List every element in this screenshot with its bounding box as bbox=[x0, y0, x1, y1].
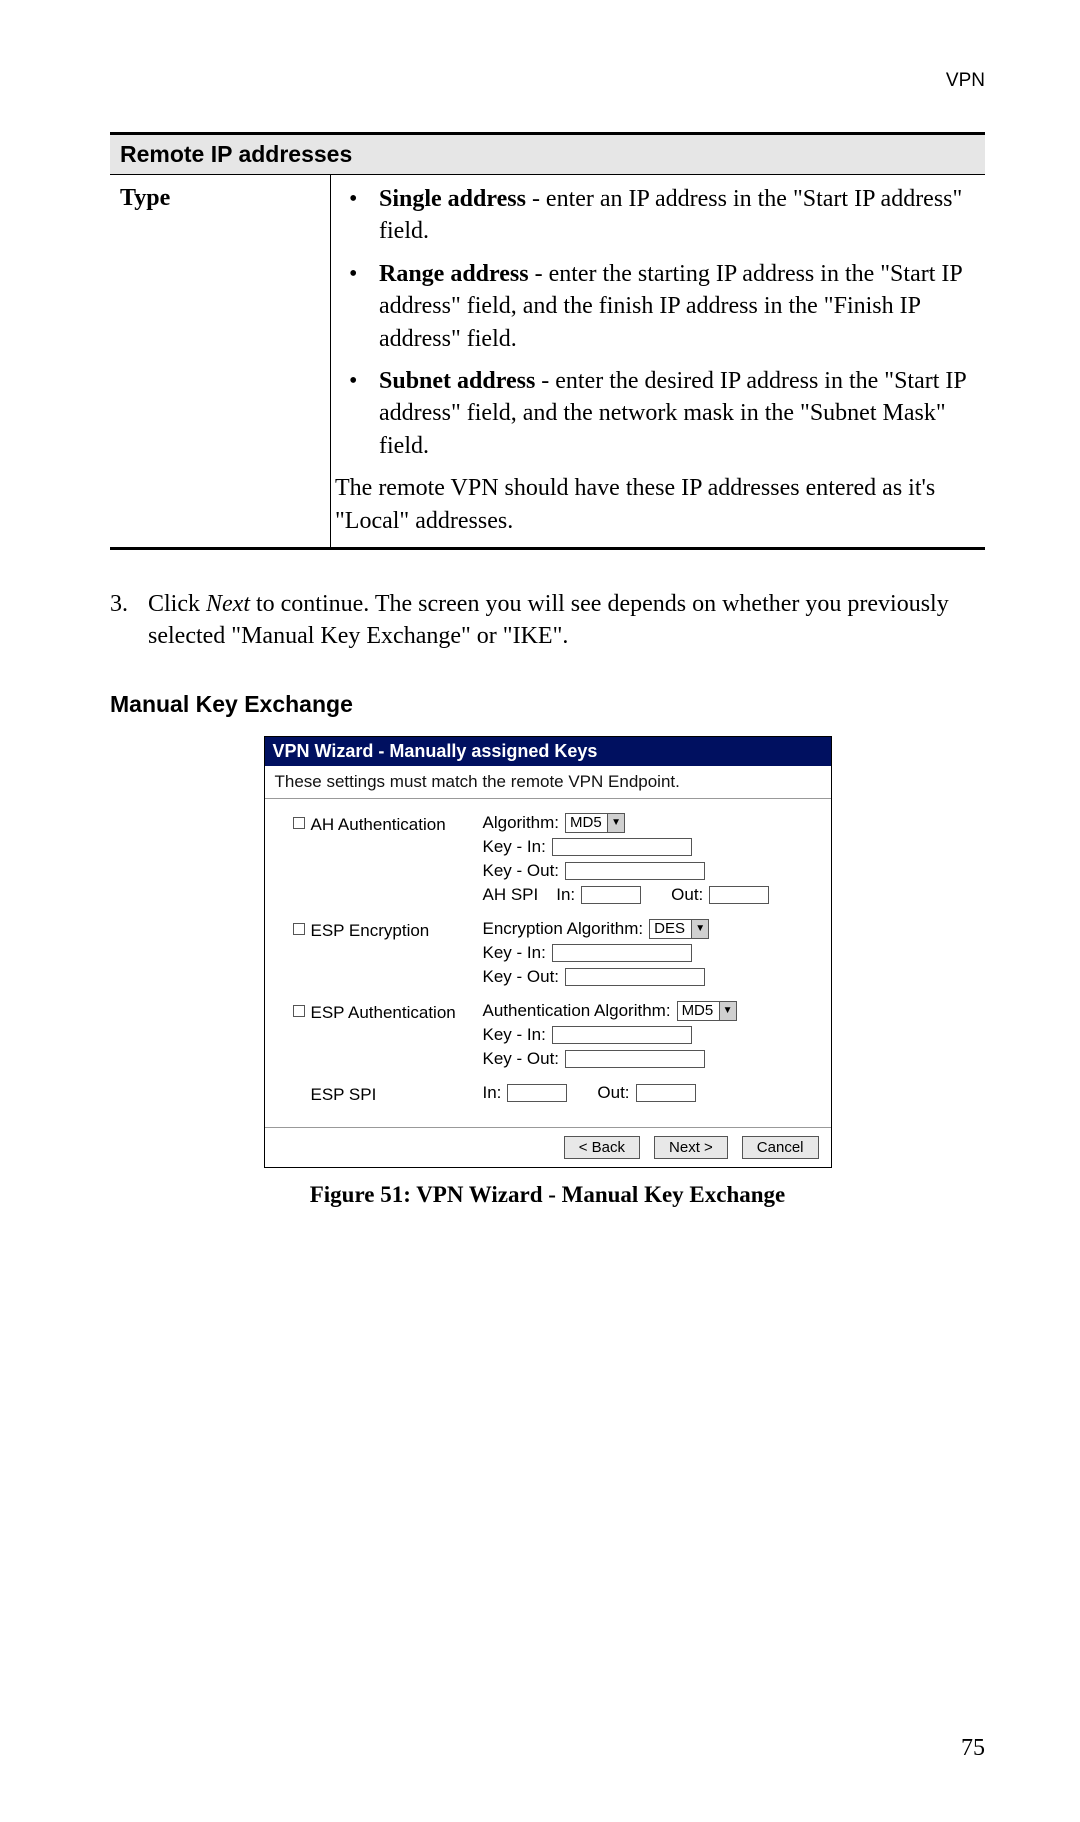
step-pre: Click bbox=[148, 591, 206, 617]
page-header-section: VPN bbox=[110, 70, 985, 92]
esp-encryption-checkbox[interactable] bbox=[293, 923, 305, 935]
table-row-content: Single address - enter an IP address in … bbox=[331, 175, 985, 547]
vpn-wizard-dialog: VPN Wizard - Manually assigned Keys Thes… bbox=[264, 736, 832, 1168]
remote-ip-table: Remote IP addresses Type Single address … bbox=[110, 132, 985, 550]
back-button[interactable]: < Back bbox=[564, 1136, 640, 1159]
esp-authentication-checkbox[interactable] bbox=[293, 1005, 305, 1017]
ah-spi-in-label: In: bbox=[556, 885, 575, 905]
step-italic: Next bbox=[206, 591, 250, 617]
esp-auth-algorithm-label: Authentication Algorithm: bbox=[483, 1001, 671, 1021]
dialog-title: VPN Wizard - Manually assigned Keys bbox=[265, 737, 831, 766]
table-header: Remote IP addresses bbox=[110, 135, 985, 175]
step-3: 3. Click Next to continue. The screen yo… bbox=[110, 588, 985, 653]
figure-caption: Figure 51: VPN Wizard - Manual Key Excha… bbox=[110, 1182, 985, 1208]
ah-spi-in-input[interactable] bbox=[581, 886, 641, 904]
esp-enc-key-in-label: Key - In: bbox=[483, 943, 546, 963]
esp-spi-row: ESP SPI In: Out: bbox=[293, 1083, 817, 1107]
bullet-item: Single address - enter an IP address in … bbox=[331, 183, 975, 248]
ah-spi-out-input[interactable] bbox=[709, 886, 769, 904]
cancel-button[interactable]: Cancel bbox=[742, 1136, 819, 1159]
ah-authentication-label: AH Authentication bbox=[311, 815, 446, 835]
next-button[interactable]: Next > bbox=[654, 1136, 728, 1159]
ah-authentication-row: AH Authentication Algorithm: MD5 ▼ Key -… bbox=[293, 813, 817, 909]
bullet-item: Subnet address - enter the desired IP ad… bbox=[331, 365, 975, 462]
esp-enc-key-out-label: Key - Out: bbox=[483, 967, 560, 987]
ah-algorithm-label: Algorithm: bbox=[483, 813, 560, 833]
table-row-label: Type bbox=[110, 175, 331, 547]
esp-spi-out-input[interactable] bbox=[636, 1084, 696, 1102]
esp-spi-label: ESP SPI bbox=[311, 1085, 377, 1105]
ah-key-in-input[interactable] bbox=[552, 838, 692, 856]
table-row: Type Single address - enter an IP addres… bbox=[110, 175, 985, 550]
ah-authentication-checkbox[interactable] bbox=[293, 817, 305, 829]
ah-key-in-label: Key - In: bbox=[483, 837, 546, 857]
ah-algorithm-value: MD5 bbox=[570, 814, 602, 831]
step-post: to continue. The screen you will see dep… bbox=[148, 591, 949, 649]
ah-algorithm-select[interactable]: MD5 ▼ bbox=[565, 813, 625, 833]
ah-spi-out-label: Out: bbox=[671, 885, 703, 905]
chevron-down-icon: ▼ bbox=[691, 920, 708, 938]
table-note: The remote VPN should have these IP addr… bbox=[331, 472, 975, 537]
esp-auth-key-out-label: Key - Out: bbox=[483, 1049, 560, 1069]
esp-enc-key-in-input[interactable] bbox=[552, 944, 692, 962]
esp-authentication-row: ESP Authentication Authentication Algori… bbox=[293, 1001, 817, 1073]
dialog-button-bar: < Back Next > Cancel bbox=[265, 1127, 831, 1167]
bullet-item: Range address - enter the starting IP ad… bbox=[331, 258, 975, 355]
esp-spi-in-input[interactable] bbox=[507, 1084, 567, 1102]
esp-auth-algorithm-select[interactable]: MD5 ▼ bbox=[677, 1001, 737, 1021]
esp-spi-in-label: In: bbox=[483, 1083, 502, 1103]
esp-auth-key-in-input[interactable] bbox=[552, 1026, 692, 1044]
page-number: 75 bbox=[961, 1735, 985, 1762]
section-heading-manual-key-exchange: Manual Key Exchange bbox=[110, 691, 985, 718]
ah-spi-label: AH SPI bbox=[483, 885, 539, 905]
bullet-term: Range address bbox=[379, 261, 529, 287]
esp-auth-key-out-input[interactable] bbox=[565, 1050, 705, 1068]
esp-authentication-label: ESP Authentication bbox=[311, 1003, 456, 1023]
step-text: Click Next to continue. The screen you w… bbox=[148, 588, 985, 653]
chevron-down-icon: ▼ bbox=[607, 814, 624, 832]
esp-auth-algorithm-value: MD5 bbox=[682, 1002, 714, 1019]
esp-encryption-row: ESP Encryption Encryption Algorithm: DES… bbox=[293, 919, 817, 991]
esp-spi-out-label: Out: bbox=[597, 1083, 629, 1103]
step-number: 3. bbox=[110, 588, 148, 653]
bullet-term: Subnet address bbox=[379, 368, 535, 394]
ah-key-out-label: Key - Out: bbox=[483, 861, 560, 881]
dialog-subtitle: These settings must match the remote VPN… bbox=[265, 766, 831, 799]
chevron-down-icon: ▼ bbox=[719, 1002, 736, 1020]
esp-enc-algorithm-value: DES bbox=[654, 920, 685, 937]
esp-enc-algorithm-label: Encryption Algorithm: bbox=[483, 919, 644, 939]
esp-encryption-label: ESP Encryption bbox=[311, 921, 430, 941]
bullet-term: Single address bbox=[379, 186, 526, 212]
esp-enc-key-out-input[interactable] bbox=[565, 968, 705, 986]
esp-auth-key-in-label: Key - In: bbox=[483, 1025, 546, 1045]
esp-enc-algorithm-select[interactable]: DES ▼ bbox=[649, 919, 709, 939]
ah-key-out-input[interactable] bbox=[565, 862, 705, 880]
